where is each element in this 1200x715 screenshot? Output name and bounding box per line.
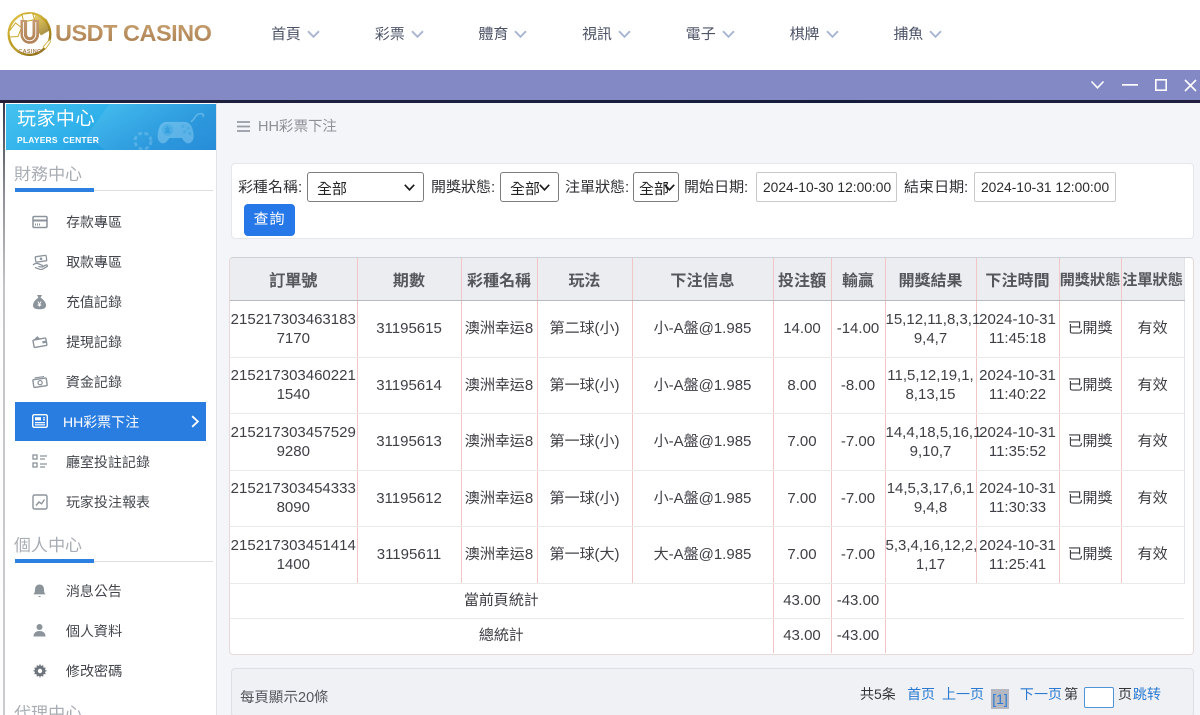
svg-text:CASINO: CASINO: [18, 49, 42, 55]
